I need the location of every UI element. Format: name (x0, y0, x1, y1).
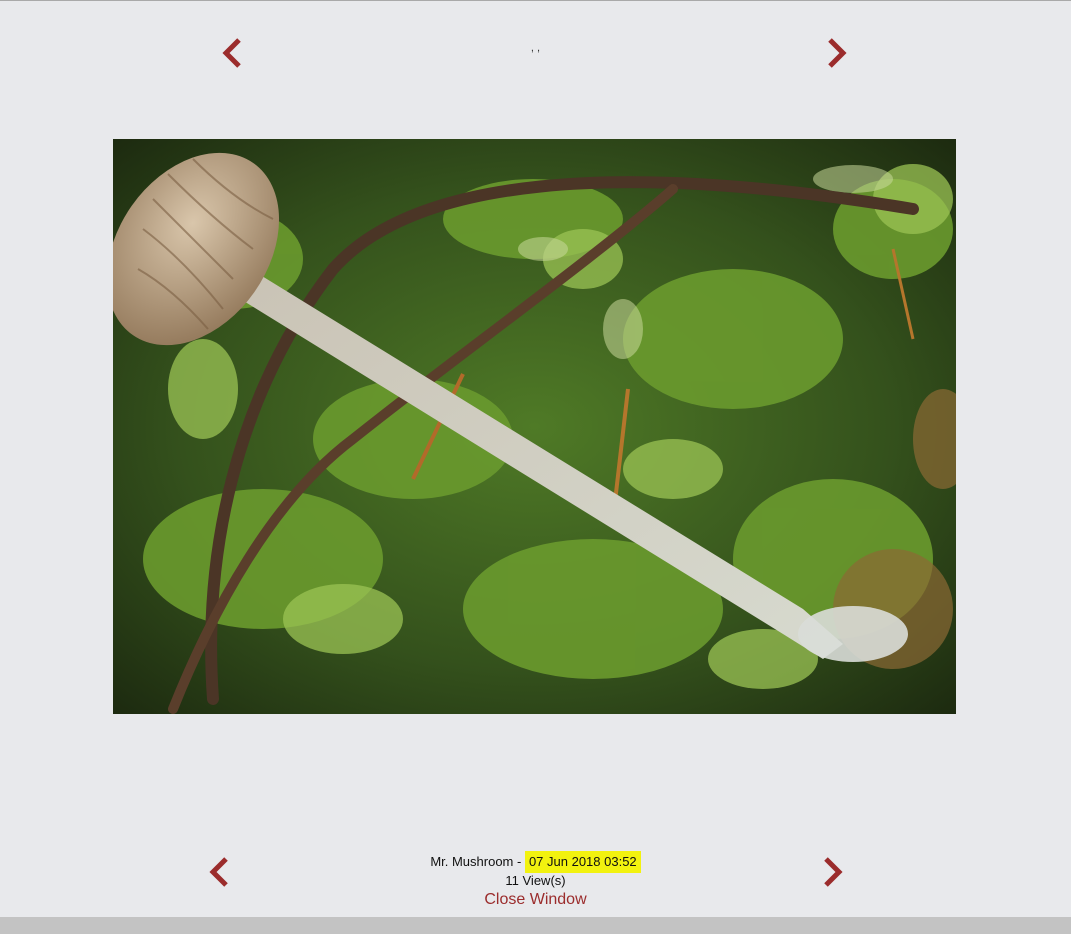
separator: - (513, 854, 525, 869)
close-window-link[interactable]: Close Window (484, 891, 586, 908)
author-line: Mr. Mushroom - 07 Jun 2018 03:52 (0, 851, 1071, 873)
view-count: 11 View(s) (505, 873, 566, 888)
next-image-button-top[interactable] (825, 37, 849, 69)
top-border (0, 0, 1071, 1)
author-name: Mr. Mushroom (430, 854, 514, 869)
chevron-right-icon (828, 38, 847, 68)
bottom-bar (0, 917, 1071, 934)
post-date: 07 Jun 2018 03:52 (524, 851, 641, 873)
image-viewer-page: , , Mr. Mushroom - 07 Jun 2018 03:52 11 … (0, 0, 1071, 934)
image-meta: Mr. Mushroom - 07 Jun 2018 03:52 11 View… (0, 851, 1071, 910)
image-caption: , , (530, 42, 541, 54)
mushroom-photo (113, 139, 956, 714)
